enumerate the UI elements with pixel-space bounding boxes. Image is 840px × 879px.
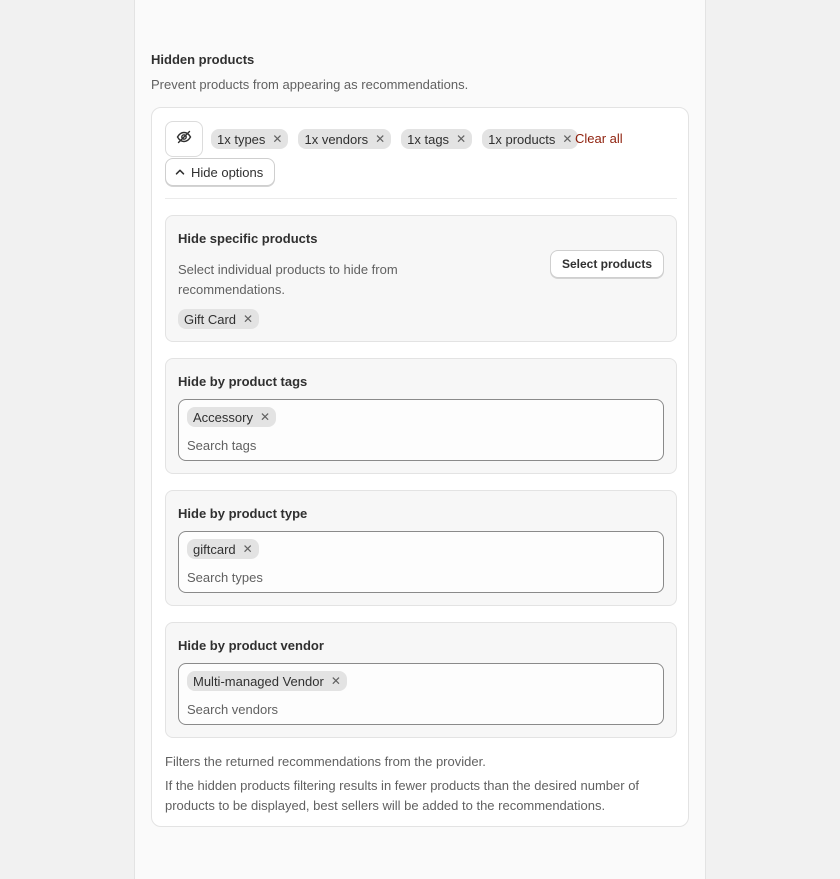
hidden-products-card: 1x types ✕ 1x vendors ✕ 1x tags ✕ 1x pro…: [151, 107, 689, 827]
filter-chip-products: 1x products ✕: [482, 129, 579, 149]
selected-vendor-chip: Multi-managed Vendor ✕: [187, 671, 347, 691]
chip-label: 1x vendors: [304, 131, 369, 147]
clear-all-link[interactable]: Clear all: [575, 131, 623, 146]
eye-off-icon: [176, 129, 192, 150]
sub-section-title: Hide specific products: [178, 231, 318, 246]
chip-label: 1x types: [217, 131, 266, 147]
sub-section-title: Hide by product tags: [178, 374, 308, 389]
section-description: Prevent products from appearing as recom…: [151, 77, 469, 92]
selected-type-chip: giftcard ✕: [187, 539, 259, 559]
hide-by-vendor-section: Hide by product vendor Multi-managed Ven…: [165, 622, 677, 738]
selected-product-chip: Gift Card ✕: [178, 309, 260, 329]
close-icon[interactable]: ✕: [375, 133, 385, 145]
sub-section-description: Select individual products to hide from …: [178, 262, 398, 297]
search-vendors-input[interactable]: [187, 700, 647, 718]
hide-by-tags-section: Hide by product tags Accessory ✕: [165, 358, 677, 474]
vendors-combobox[interactable]: Multi-managed Vendor ✕: [178, 663, 664, 725]
close-icon[interactable]: ✕: [331, 675, 341, 687]
close-icon[interactable]: ✕: [456, 133, 466, 145]
help-text-line: Filters the returned recommendations fro…: [165, 754, 486, 769]
hide-options-button[interactable]: Hide options: [165, 158, 276, 186]
close-icon[interactable]: ✕: [243, 313, 253, 325]
help-text: Filters the returned recommendations fro…: [165, 752, 677, 816]
close-icon[interactable]: ✕: [272, 133, 282, 145]
hide-specific-products-section: Hide specific products Select individual…: [165, 215, 677, 342]
chip-label: Accessory: [193, 409, 253, 425]
filter-toggle-button[interactable]: [165, 121, 203, 157]
chip-label: Gift Card: [184, 311, 237, 327]
close-icon[interactable]: ✕: [562, 133, 572, 145]
selected-tag-chip: Accessory ✕: [187, 407, 277, 427]
hide-by-type-section: Hide by product type giftcard ✕: [165, 490, 677, 606]
chip-label: Multi-managed Vendor: [193, 673, 324, 689]
chevron-up-icon: [175, 165, 185, 180]
divider: [165, 198, 677, 199]
select-products-button[interactable]: Select products: [549, 250, 664, 278]
section-title: Hidden products: [151, 52, 255, 67]
chip-label: 1x products: [488, 131, 556, 147]
search-types-input[interactable]: [187, 568, 647, 586]
search-tags-input[interactable]: [187, 436, 647, 454]
filter-chip-tags: 1x tags ✕: [401, 129, 473, 149]
help-text-line: If the hidden products filtering results…: [165, 778, 640, 813]
sub-section-title: Hide by product vendor: [178, 638, 324, 653]
chip-label: giftcard: [193, 541, 236, 557]
applied-filter-chips: 1x types ✕ 1x vendors ✕ 1x tags ✕ 1x pro…: [211, 129, 579, 149]
chip-label: 1x tags: [407, 131, 450, 147]
types-combobox[interactable]: giftcard ✕: [178, 531, 664, 593]
tags-combobox[interactable]: Accessory ✕: [178, 399, 664, 461]
close-icon[interactable]: ✕: [260, 411, 270, 423]
filter-chip-types: 1x types ✕: [211, 129, 289, 149]
sub-section-title: Hide by product type: [178, 506, 308, 521]
hide-options-label: Hide options: [191, 164, 264, 180]
filter-chip-vendors: 1x vendors ✕: [298, 129, 392, 149]
close-icon[interactable]: ✕: [243, 543, 253, 555]
